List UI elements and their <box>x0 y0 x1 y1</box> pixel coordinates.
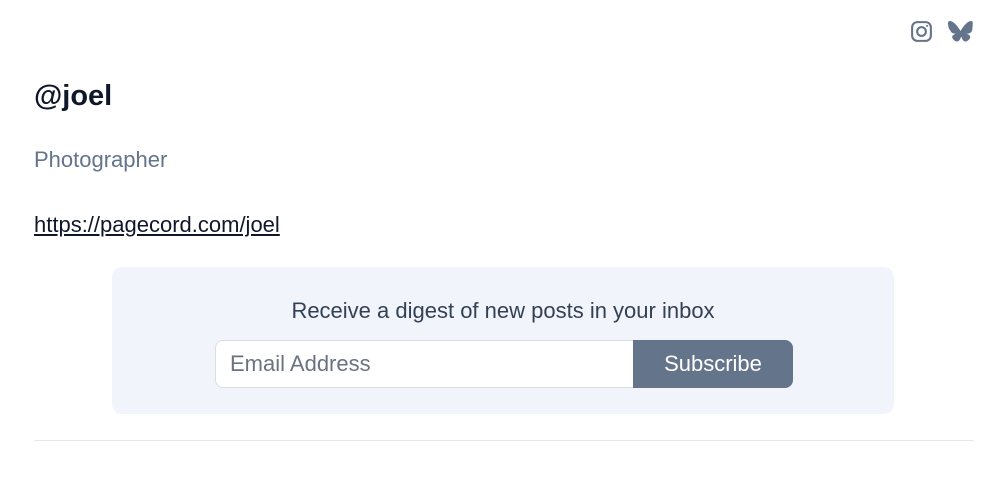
social-links <box>909 19 973 44</box>
profile-handle: @joel <box>34 80 113 112</box>
digest-subscribe-panel: Receive a digest of new posts in your in… <box>112 267 894 414</box>
bluesky-icon <box>948 20 973 42</box>
instagram-link[interactable] <box>909 19 934 44</box>
subscribe-button[interactable]: Subscribe <box>633 340 793 388</box>
digest-title: Receive a digest of new posts in your in… <box>291 298 715 323</box>
profile-url-link[interactable]: https://pagecord.com/joel <box>34 211 280 239</box>
profile-bio: Photographer <box>34 147 168 172</box>
subscribe-form: Subscribe <box>215 340 793 388</box>
bluesky-link[interactable] <box>948 19 973 44</box>
divider <box>34 440 974 441</box>
instagram-icon <box>911 21 932 42</box>
email-input[interactable] <box>215 340 633 388</box>
